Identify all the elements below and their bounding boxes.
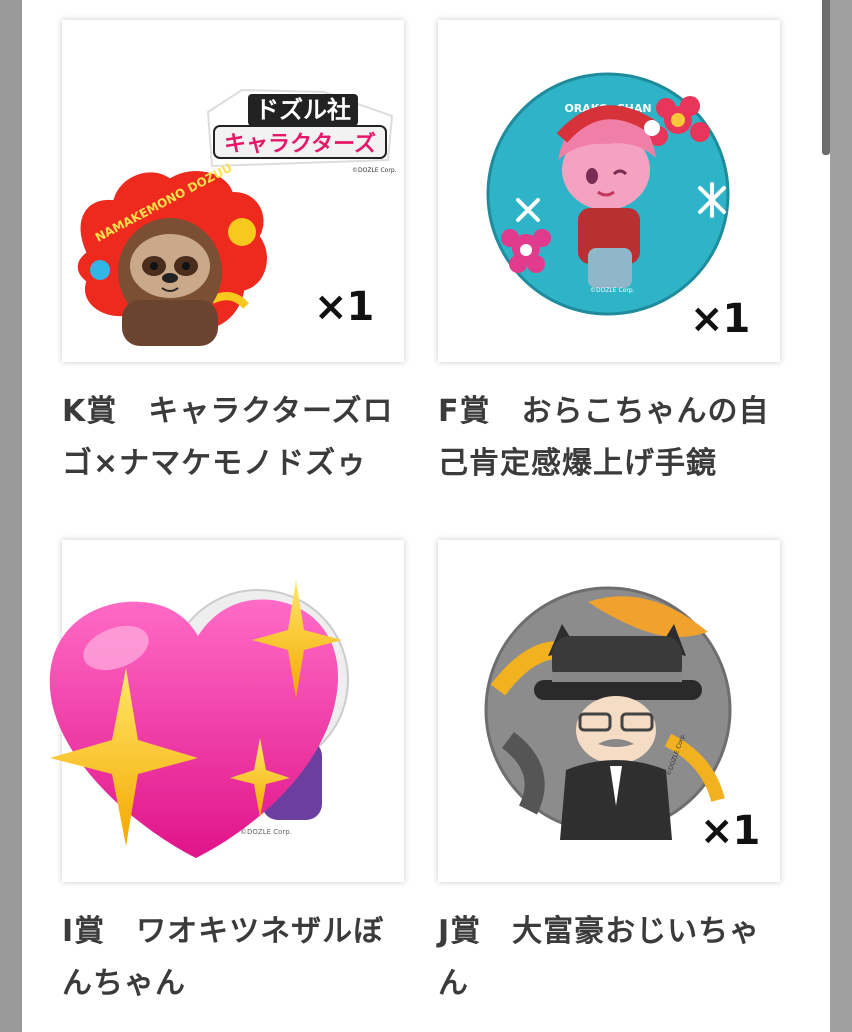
scrollbar-track[interactable] (830, 0, 852, 1032)
prize-card-f[interactable]: ORAKO -CHAN ©DOZLE Corp. ×1 (438, 20, 780, 362)
prize-card-k[interactable]: ドズル社 キャラクターズ ©DOZLE Corp. NAMAKEMONO DOZ… (62, 20, 404, 362)
prize-title[interactable]: F賞 おらこちゃんの自己肯定感爆上げ手鏡 (438, 386, 788, 490)
prize-title[interactable]: I賞 ワオキツネザルぼんちゃん (62, 906, 412, 1010)
scrollbar-thumb[interactable] (822, 0, 830, 155)
logo-line1: ドズル社 (255, 96, 351, 124)
prize-quantity: ×1 (690, 296, 750, 342)
logo-line2: キャラクターズ (224, 131, 376, 157)
sparkling-heart-icon (49, 580, 342, 858)
svg-text:©DOZLE Corp.: ©DOZLE Corp. (590, 287, 635, 294)
svg-text:©DOZLE Corp.: ©DOZLE Corp. (352, 167, 397, 174)
prize-title[interactable]: K賞 キャラクターズロゴ×ナマケモノドズゥ (62, 386, 412, 490)
prize-quantity: ×1 (700, 808, 760, 854)
prize-quantity: ×1 (314, 284, 374, 330)
prize-title[interactable]: J賞 大富豪おじいちゃん (438, 906, 788, 1010)
prize-card-j[interactable]: ©DOZLE Corp. ×1 (438, 540, 780, 882)
